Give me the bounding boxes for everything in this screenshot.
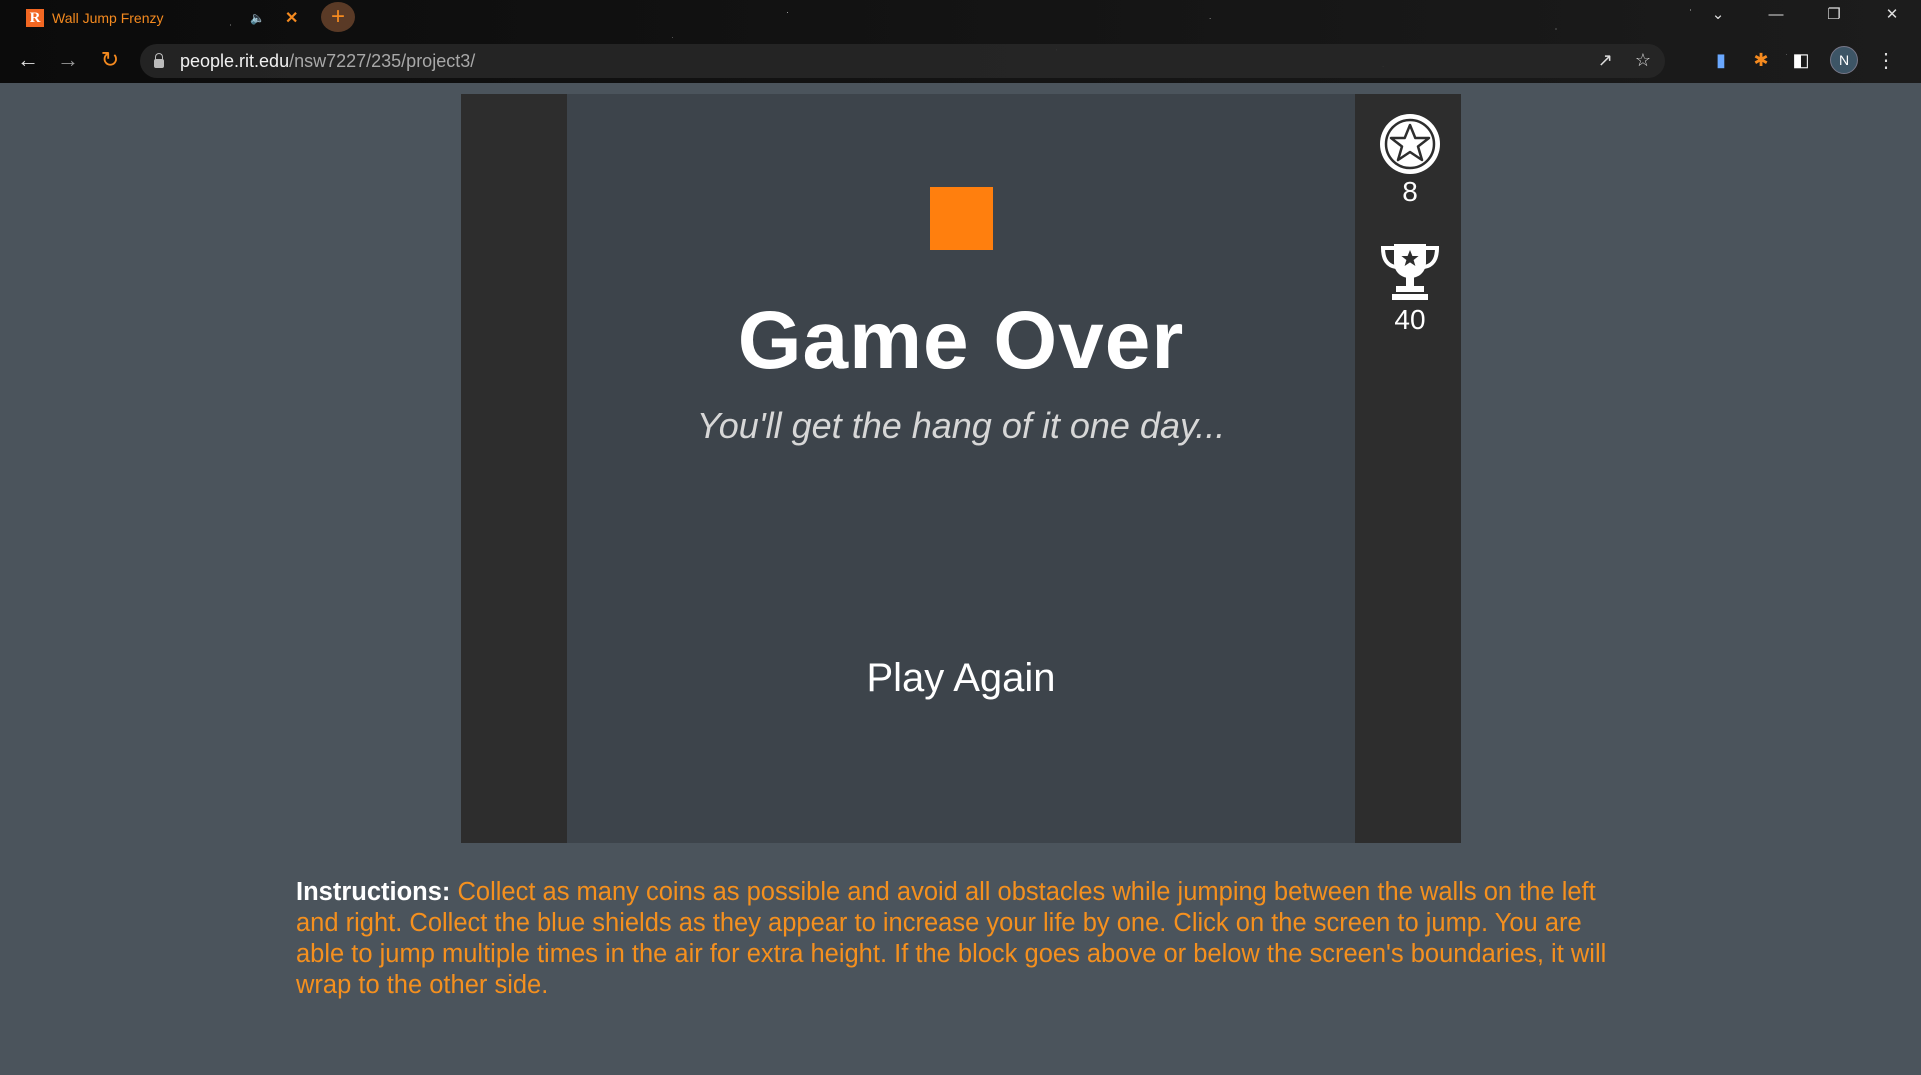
browser-chrome: R Wall Jump Frenzy 🔈 ✕ + ⌄ — ❐ ✕ ← → ↻ p… bbox=[0, 0, 1921, 83]
instructions-paragraph: Instructions: Collect as many coins as p… bbox=[296, 877, 1626, 1001]
coin-count: 8 bbox=[1402, 176, 1418, 207]
side-panel-icon[interactable]: ◧ bbox=[1790, 49, 1812, 71]
url-host: people.rit.edu bbox=[180, 50, 290, 71]
game-over-title: Game Over bbox=[737, 295, 1185, 386]
play-again-button[interactable]: Play Again bbox=[846, 651, 1076, 705]
back-arrow-icon[interactable]: ← bbox=[14, 46, 42, 74]
game-over-subtitle: You'll get the hang of it one day... bbox=[696, 405, 1226, 446]
player-block bbox=[930, 187, 993, 250]
lock-icon[interactable] bbox=[154, 52, 164, 68]
trophy-icon bbox=[1380, 244, 1440, 300]
left-wall bbox=[461, 94, 567, 843]
bookmark-star-icon[interactable]: ☆ bbox=[1635, 50, 1651, 71]
minimize-icon[interactable]: — bbox=[1747, 0, 1805, 28]
new-tab-button[interactable]: + bbox=[321, 2, 355, 32]
tab-title: Wall Jump Frenzy bbox=[52, 10, 164, 26]
speaker-icon[interactable]: 🔈 bbox=[250, 11, 265, 25]
restore-icon[interactable]: ❐ bbox=[1805, 0, 1863, 28]
coin-star-icon bbox=[1380, 114, 1440, 174]
profile-avatar[interactable]: N bbox=[1830, 46, 1858, 74]
forward-arrow-icon[interactable]: → bbox=[54, 46, 82, 74]
rit-favicon-icon: R bbox=[26, 9, 44, 27]
browser-tab[interactable]: R Wall Jump Frenzy 🔈 ✕ bbox=[20, 4, 305, 32]
url-text[interactable]: people.rit.edu/nsw7227/235/project3/ bbox=[180, 51, 475, 72]
extension-doc-icon[interactable]: ▮ bbox=[1710, 49, 1732, 71]
omnibox-actions: ↗ ☆ bbox=[1598, 50, 1651, 71]
window-controls: ⌄ — ❐ ✕ bbox=[1689, 0, 1921, 28]
more-menu-icon[interactable]: ⋮ bbox=[1876, 48, 1896, 73]
reload-icon[interactable]: ↻ bbox=[96, 46, 124, 74]
puzzle-extension-icon[interactable]: ✱ bbox=[1750, 49, 1772, 71]
instructions-text: Collect as many coins as possible and av… bbox=[296, 878, 1607, 999]
instructions-label: Instructions: bbox=[296, 878, 451, 906]
tab-search-icon[interactable]: ⌄ bbox=[1689, 0, 1747, 28]
extensions-area: ▮ ✱ ◧ N ⋮ bbox=[1710, 46, 1896, 74]
close-window-icon[interactable]: ✕ bbox=[1863, 0, 1921, 28]
url-path: /nsw7227/235/project3/ bbox=[289, 50, 476, 71]
address-bar[interactable]: people.rit.edu/nsw7227/235/project3/ ↗ ☆ bbox=[140, 44, 1665, 78]
best-score: 40 bbox=[1394, 304, 1426, 335]
game-canvas[interactable]: Game Over You'll get the hang of it one … bbox=[461, 94, 1461, 843]
close-tab-icon[interactable]: ✕ bbox=[285, 8, 298, 28]
share-icon[interactable]: ↗ bbox=[1598, 50, 1613, 71]
